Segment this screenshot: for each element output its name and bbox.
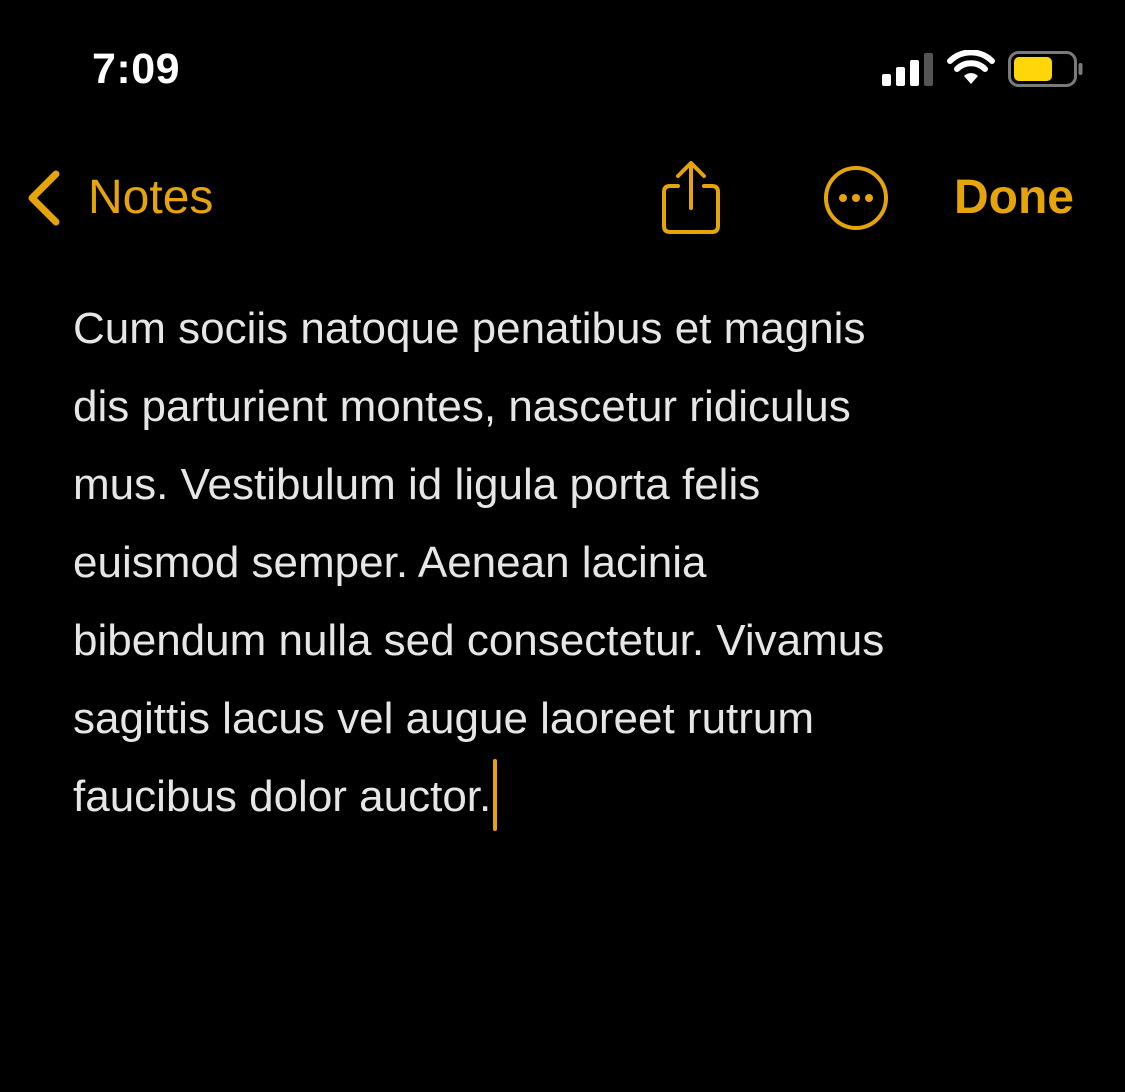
signal-icon	[882, 53, 933, 86]
back-label: Notes	[88, 171, 214, 224]
chevron-left-icon	[28, 170, 60, 226]
note-line-last-text: faucibus dolor auctor.	[73, 772, 492, 821]
battery-icon	[1008, 51, 1083, 87]
note-line: sagittis lacus vel augue laoreet rutrum	[73, 694, 815, 743]
share-icon[interactable]	[658, 158, 724, 236]
status-time: 7:09	[92, 45, 181, 93]
note-line: euismod semper. Aenean lacinia	[73, 538, 707, 587]
done-button[interactable]: Done	[954, 168, 1074, 228]
note-line: Cum sociis natoque penatibus et magnis	[73, 304, 866, 353]
ellipsis-circle-icon[interactable]	[822, 164, 890, 232]
wifi-icon	[947, 50, 995, 84]
note-text-editor[interactable]: Cum sociis natoque penatibus et magnis d…	[73, 290, 1073, 836]
note-line-last: faucibus dolor auctor.	[73, 758, 1073, 836]
note-line: dis parturient montes, nascetur ridiculu…	[73, 382, 851, 431]
back-button[interactable]: Notes	[24, 166, 213, 230]
note-line: mus. Vestibulum id ligula porta felis	[73, 460, 761, 509]
note-line: bibendum nulla sed consectetur. Vivamus	[73, 616, 885, 665]
notes-screen: 7:09 Notes Done Cum sociis natoque penat…	[0, 0, 1125, 1092]
text-caret	[493, 759, 498, 831]
